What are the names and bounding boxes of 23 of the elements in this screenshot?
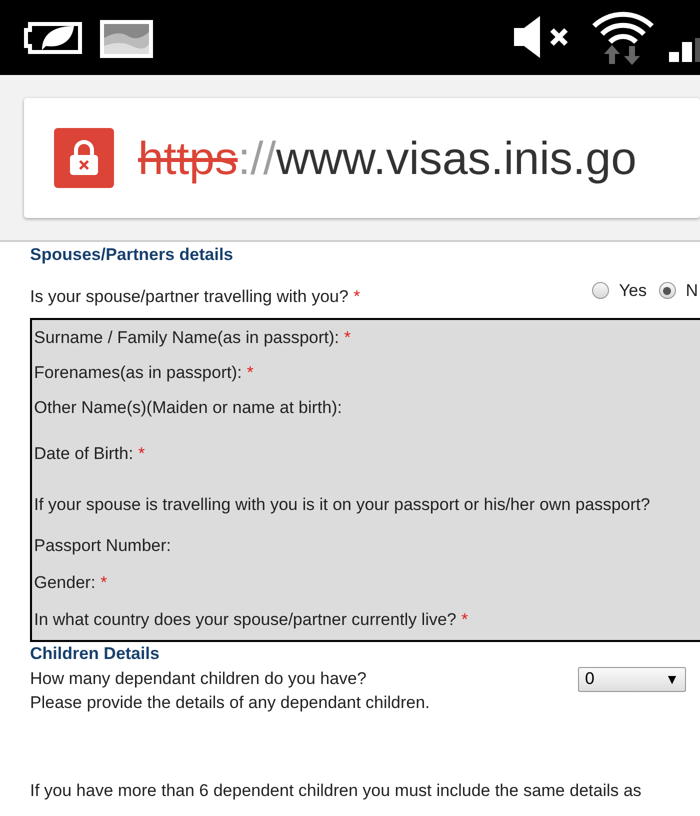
radio-option[interactable]: Yes [592, 278, 647, 304]
section-heading: Spouses/Partners details [30, 244, 234, 266]
url-text: https://www.visas.inis.go [138, 135, 637, 181]
question-label: How many dependant children do you have? [30, 668, 366, 690]
insecure-lock-icon[interactable] [54, 128, 114, 188]
radio-option[interactable]: N [658, 278, 698, 304]
instruction-text: Please provide the details of any dependant children. [30, 692, 430, 714]
address-bar[interactable]: https://www.visas.inis.go [24, 98, 700, 218]
field-label: Gender: * [34, 573, 108, 593]
field-label: If your spouse is travelling with you is it on your passport or his/her own passport? [34, 495, 650, 515]
section-heading: Children Details [30, 643, 160, 666]
field-label: Forenames(as in passport): * [34, 363, 254, 383]
field-label: Surname / Family Name(as in passport): * [34, 328, 351, 348]
field-label: In what country does your spouse/partner currently live? * [34, 610, 468, 630]
battery-leaf-icon [24, 20, 84, 56]
children-count-select[interactable]: 0 ▼ [578, 666, 686, 692]
signal-icon [669, 38, 700, 62]
image-icon [98, 18, 155, 60]
field-label: Passport Number: [34, 536, 171, 556]
question-label: Is your spouse/partner travelling with you? * [30, 286, 360, 308]
field-label: Other Name(s)(Maiden or name at birth): [34, 398, 342, 418]
field-label: Date of Birth: * [34, 444, 145, 464]
note-text: If you have more than 6 dependent children you must include the same details as [30, 780, 642, 802]
